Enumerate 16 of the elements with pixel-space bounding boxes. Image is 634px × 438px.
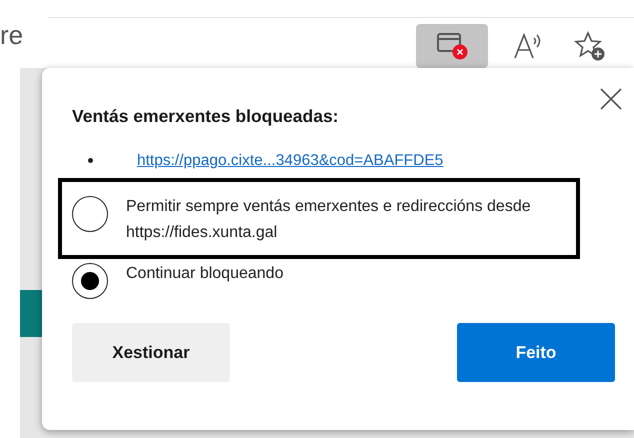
- dialog-title: Ventás emerxentes bloqueadas:: [72, 106, 340, 127]
- star-add-icon: [574, 31, 606, 61]
- option-label: Permitir sempre ventás emerxentes e redireccións desde https://fides.xunta.gal: [126, 197, 532, 243]
- radio-button[interactable]: [72, 196, 108, 232]
- radio-button[interactable]: [72, 263, 108, 300]
- bullet-icon: [88, 158, 93, 164]
- option-label: Continuar bloqueando: [126, 264, 284, 284]
- manage-button[interactable]: Xestionar: [72, 323, 230, 382]
- done-button[interactable]: Feito: [457, 323, 615, 382]
- read-aloud-icon: [513, 32, 543, 60]
- page-text: re: [0, 22, 24, 48]
- page-banner-strip: [20, 290, 42, 337]
- blocked-window-icon: [435, 31, 469, 61]
- blocked-popup-link[interactable]: https://ppago.cixte...34963&cod=ABAFFDE5: [137, 149, 444, 172]
- toolbar-button[interactable]: [416, 24, 488, 68]
- close-icon[interactable]: [598, 86, 624, 112]
